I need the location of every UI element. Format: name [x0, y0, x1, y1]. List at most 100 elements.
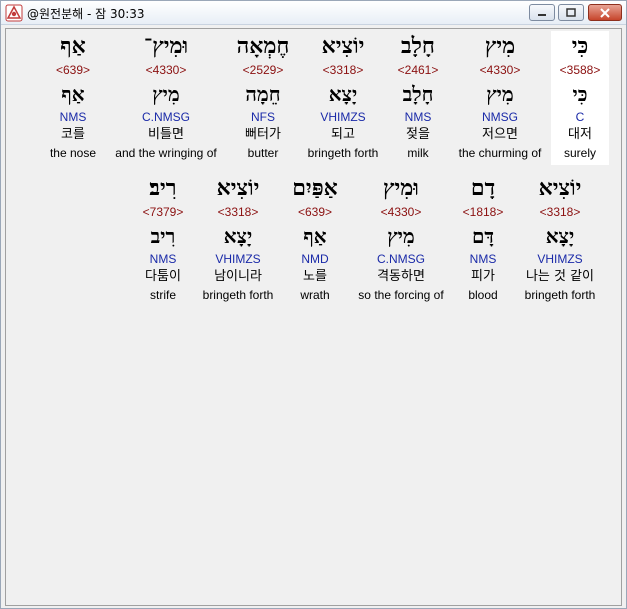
parsing-code: NMS — [59, 110, 87, 124]
interlinear-view[interactable]: כִּי <3588> כִּי C 대저 surely מִיץ <4330>… — [5, 28, 622, 606]
app-logo-icon — [5, 4, 23, 22]
strong-number: <4330> — [145, 63, 187, 77]
parsing-code: NMSG — [482, 110, 518, 124]
strong-number: <639> — [297, 205, 333, 219]
korean-gloss: 뻐터가 — [245, 127, 281, 142]
word-2-4[interactable]: אַפַּיִם <639> אַף NMD 노를 wrath — [292, 173, 338, 303]
word-2-6[interactable]: רִיב׃ <7379> רִיב NMS 다툼이 strife — [143, 173, 184, 303]
lexical-form: דָּם — [471, 224, 495, 248]
app-window: @원전분해 - 잠 30:33 כִּי <3588> כִּי C 대저 su… — [0, 0, 627, 609]
close-button[interactable] — [588, 4, 622, 21]
hebrew-text: וּמִיץ־ — [143, 33, 189, 59]
parsing-code: C — [575, 110, 585, 124]
strong-number: <3588> — [559, 63, 601, 77]
lexical-form: חָלָב — [402, 82, 434, 106]
parsing-code: C.NMSG — [142, 110, 190, 124]
lexical-form: רִיב — [150, 224, 176, 248]
word-1-5[interactable]: חֶמְאָה <2529> חֵמָה NFS 뻐터가 butter — [237, 31, 290, 161]
strong-number: <2529> — [242, 63, 284, 77]
english-gloss: the nose — [49, 146, 97, 160]
maximize-icon — [566, 8, 576, 17]
strong-number: <7379> — [142, 205, 184, 219]
minimize-button[interactable] — [529, 4, 555, 21]
lexical-form: אַף — [61, 82, 85, 106]
word-1-2[interactable]: מִיץ <4330> מִיץ NMSG 저으면 the churming o… — [459, 31, 542, 161]
minimize-icon — [538, 13, 546, 16]
lexical-form: יָצָא — [545, 224, 575, 248]
korean-gloss: 되고 — [331, 127, 355, 142]
english-gloss: so the forcing of — [358, 288, 444, 302]
hebrew-text: רִיב׃ — [149, 175, 177, 201]
maximize-button[interactable] — [558, 4, 584, 21]
strong-number: <3318> — [322, 63, 364, 77]
lexical-form: מִיץ — [486, 82, 514, 106]
hebrew-text: חָלָב — [401, 33, 435, 59]
hebrew-text: יוֹצִיא — [216, 175, 260, 201]
strong-number: <3318> — [217, 205, 259, 219]
strong-number: <2461> — [397, 63, 439, 77]
strong-number: <3318> — [539, 205, 581, 219]
korean-gloss: 비틀면 — [148, 127, 184, 142]
korean-gloss: 남이니라 — [214, 269, 262, 284]
english-gloss: bringeth forth — [307, 146, 379, 160]
word-1-7[interactable]: אַף <639> אַף NMS 코를 the nose — [50, 31, 96, 161]
korean-gloss: 코를 — [61, 127, 85, 142]
korean-gloss: 저으면 — [482, 127, 518, 142]
hebrew-text: וּמִיץ — [383, 175, 419, 201]
word-1-1[interactable]: כִּי <3588> כִּי C 대저 surely — [551, 31, 609, 165]
parsing-code: NMS — [469, 252, 497, 266]
lexical-form: מִיץ — [387, 224, 415, 248]
korean-gloss: 다툼이 — [145, 269, 181, 284]
word-1-3[interactable]: חָלָב <2461> חָלָב NMS 젖을 milk — [398, 31, 439, 161]
english-gloss: the churming of — [458, 146, 542, 160]
korean-gloss: 나는 것 같이 — [525, 269, 595, 284]
korean-gloss: 격동하면 — [377, 269, 425, 284]
english-gloss: milk — [407, 146, 429, 160]
lexical-form: יָצָא — [223, 224, 253, 248]
english-gloss: and the wringing of — [115, 146, 217, 160]
korean-gloss: 젖을 — [406, 127, 430, 142]
english-gloss: bringeth forth — [202, 288, 274, 302]
lexical-form: חֵמָה — [245, 82, 281, 106]
strong-number: <4330> — [479, 63, 521, 77]
word-1-6[interactable]: וּמִיץ־ <4330> מִיץ C.NMSG 비틀면 and the w… — [115, 31, 216, 161]
strong-number: <1818> — [462, 205, 504, 219]
parsing-code: NFS — [251, 110, 275, 124]
strong-number: <639> — [55, 63, 91, 77]
parsing-code: VHIMZS — [215, 252, 261, 266]
korean-gloss: 노를 — [303, 269, 327, 284]
parsing-code: VHIMZS — [537, 252, 583, 266]
word-1-4[interactable]: יוֹצִיא <3318> יָצָא VHIMZS 되고 bringeth … — [308, 31, 379, 161]
lexical-form: כִּי — [572, 82, 588, 106]
hebrew-text: אַף — [60, 33, 86, 59]
word-2-2[interactable]: דָם <1818> דָּם NMS 피가 blood — [463, 173, 504, 303]
parsing-code: VHIMZS — [320, 110, 366, 124]
word-2-1[interactable]: יוֹצִיא <3318> יָצָא VHIMZS 나는 것 같이 brin… — [525, 173, 596, 303]
close-icon — [600, 7, 610, 18]
korean-gloss: 대저 — [568, 127, 592, 142]
strong-number: <4330> — [380, 205, 422, 219]
english-gloss: strife — [149, 288, 176, 302]
word-2-5[interactable]: יוֹצִיא <3318> יָצָא VHIMZS 남이니라 bringet… — [203, 173, 274, 303]
lexical-form: יָצָא — [328, 82, 358, 106]
english-gloss: wrath — [300, 288, 330, 302]
parsing-code: C.NMSG — [376, 252, 425, 266]
english-gloss: surely — [563, 146, 596, 160]
english-gloss: bringeth forth — [524, 288, 596, 302]
english-gloss: butter — [247, 146, 279, 160]
hebrew-text: דָם — [470, 175, 496, 201]
parsing-code: NMD — [301, 252, 329, 266]
lexical-form: מִיץ — [152, 82, 180, 106]
hebrew-text: יוֹצִיא — [538, 175, 582, 201]
hebrew-text: יוֹצִיא — [321, 33, 365, 59]
window-title: @원전분해 - 잠 30:33 — [27, 7, 145, 21]
lexical-form: אַף — [303, 224, 327, 248]
hebrew-text: אַפַּיִם — [292, 175, 338, 201]
word-2-3[interactable]: וּמִיץ <4330> מִיץ C.NMSG 격동하면 so the fo… — [358, 173, 443, 303]
parsing-code: NMS — [149, 252, 177, 266]
korean-gloss: 피가 — [471, 269, 495, 284]
hebrew-text: מִיץ — [484, 33, 516, 59]
hebrew-text: חֶמְאָה — [236, 33, 290, 59]
title-bar[interactable]: @원전분해 - 잠 30:33 — [1, 1, 626, 25]
english-gloss: blood — [468, 288, 498, 302]
